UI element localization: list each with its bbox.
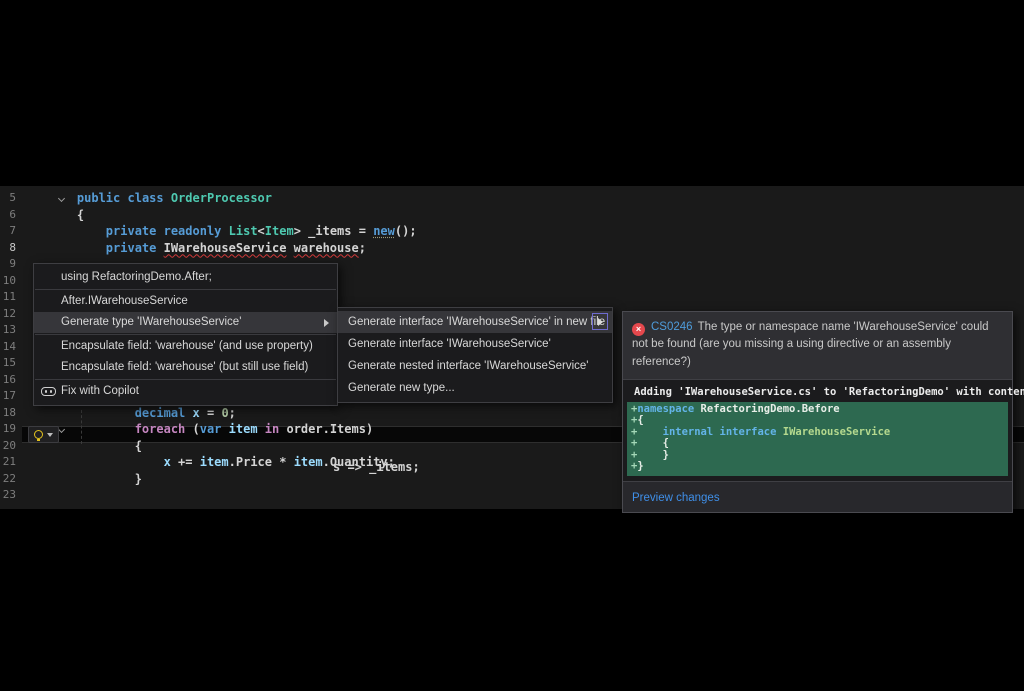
line-number: 7	[0, 224, 16, 237]
code-line: 8 private IWarehouseService warehouse;	[0, 241, 1024, 258]
submenu-arrow-icon	[324, 319, 329, 327]
menu-separator	[35, 379, 336, 380]
menu-item-label: Generate type 'IWarehouseService'	[61, 316, 241, 328]
menu-item[interactable]: Generate interface 'IWarehouseService'	[338, 333, 612, 355]
error-code-link[interactable]: CS0246	[651, 321, 693, 333]
line-number: 5	[0, 191, 16, 204]
line-number: 15	[0, 356, 16, 369]
line-number: 9	[0, 257, 16, 270]
quick-actions-menu: using RefactoringDemo.After; After.IWareh…	[33, 263, 338, 406]
menu-item[interactable]: Generate type 'IWarehouseService'	[34, 312, 337, 333]
menu-item-label: Encapsulate field: 'warehouse' (but stil…	[61, 361, 308, 373]
generate-type-submenu: Generate interface 'IWarehouseService' i…	[337, 307, 613, 403]
line-number: 19	[0, 422, 16, 435]
chevron-down-icon	[47, 433, 53, 437]
line-number: 16	[0, 373, 16, 386]
code-line: 7 private readonly List<Item> _items = n…	[0, 224, 1024, 241]
menu-item[interactable]: Fix with Copilot	[34, 381, 337, 402]
diff-line: +}	[631, 461, 1004, 473]
line-number: 17	[0, 389, 16, 402]
menu-item-label: Generate nested interface 'IWarehouseSer…	[348, 360, 588, 372]
menu-item-label: Generate interface 'IWarehouseService'	[348, 338, 551, 350]
menu-item-label: After.IWarehouseService	[61, 295, 188, 307]
line-number: 23	[0, 488, 16, 501]
popup-footer: Preview changes	[623, 481, 1012, 512]
menu-item-label: Fix with Copilot	[61, 385, 139, 397]
quick-actions-lightbulb-button[interactable]	[28, 426, 59, 443]
added-code-block: +namespace RefactoringDemo.Before+{+ int…	[627, 402, 1008, 476]
menu-item[interactable]: Generate interface 'IWarehouseService' i…	[338, 311, 612, 333]
diff-line: + internal interface IWarehouseService	[631, 427, 1004, 439]
vs-editor-screen: 5 public class OrderProcessor6 {7 privat…	[0, 0, 1024, 691]
menu-item-label: Generate new type...	[348, 382, 455, 394]
error-preview-popup: ×CS0246The type or namespace name 'IWare…	[622, 311, 1013, 513]
menu-item-label: Generate interface 'IWarehouseService' i…	[348, 316, 605, 328]
diff-line: +namespace RefactoringDemo.Before	[631, 404, 1004, 416]
line-number: 22	[0, 472, 16, 485]
line-number: 18	[0, 406, 16, 419]
line-number: 21	[0, 455, 16, 468]
line-number: 11	[0, 290, 16, 303]
menu-separator	[35, 289, 336, 290]
line-number: 14	[0, 340, 16, 353]
menu-item[interactable]: using RefactoringDemo.After;	[34, 267, 337, 288]
menu-item[interactable]: Generate nested interface 'IWarehouseSer…	[338, 355, 612, 377]
menu-item[interactable]: Generate new type...	[338, 377, 612, 399]
preview-changes-link[interactable]: Preview changes	[632, 492, 720, 504]
lightbulb-icon	[34, 430, 43, 439]
menu-separator	[35, 334, 336, 335]
adding-file-line: Adding 'IWarehouseService.cs' to 'Refact…	[626, 383, 1009, 401]
code-line: 5 public class OrderProcessor	[0, 191, 1024, 208]
preview-code-area: Adding 'IWarehouseService.cs' to 'Refact…	[623, 380, 1012, 481]
menu-item-label: Encapsulate field: 'warehouse' (and use …	[61, 340, 313, 352]
diff-line: + {	[631, 438, 1004, 450]
options-arrow-button[interactable]	[592, 313, 608, 330]
menu-item-label: using RefactoringDemo.After;	[61, 271, 212, 283]
menu-item[interactable]: After.IWarehouseService	[34, 291, 337, 312]
code-line: 6 {	[0, 208, 1024, 225]
line-number: 13	[0, 323, 16, 336]
error-message-area: ×CS0246The type or namespace name 'IWare…	[623, 312, 1012, 380]
code-line-10-fragment: s => _items;	[333, 460, 420, 477]
line-number: 6	[0, 208, 16, 221]
line-number: 20	[0, 439, 16, 452]
line-number: 12	[0, 307, 16, 320]
menu-item[interactable]: Encapsulate field: 'warehouse' (but stil…	[34, 357, 337, 378]
error-icon: ×	[632, 323, 645, 336]
copilot-icon	[41, 387, 56, 396]
line-number: 10	[0, 274, 16, 287]
diff-line: + }	[631, 450, 1004, 462]
menu-item[interactable]: Encapsulate field: 'warehouse' (and use …	[34, 336, 337, 357]
line-number: 8	[0, 241, 16, 254]
